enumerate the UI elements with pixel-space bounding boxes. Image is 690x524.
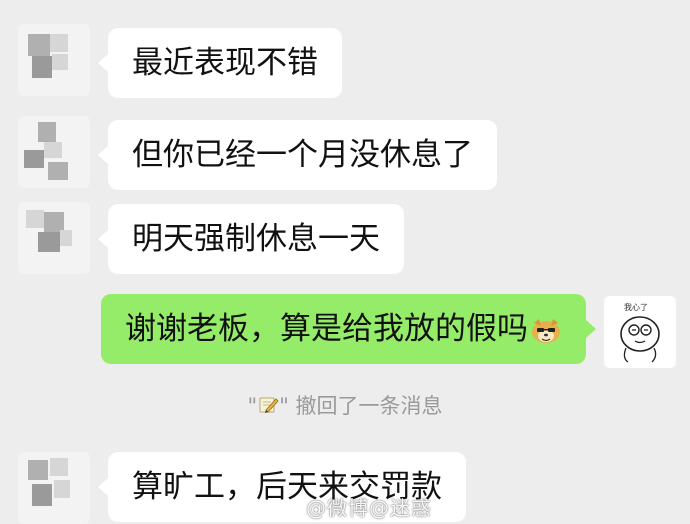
message-bubble[interactable]: 明天强制休息一天 xyxy=(98,204,404,274)
pencil-emoji-icon xyxy=(259,397,279,413)
my-avatar[interactable]: 我心了 xyxy=(604,296,676,368)
contact-avatar[interactable] xyxy=(18,452,90,524)
open-quote: " xyxy=(247,394,258,418)
message-text: 最近表现不错 xyxy=(132,45,318,81)
contact-avatar[interactable] xyxy=(18,202,90,274)
close-quote: " xyxy=(279,394,289,418)
contact-avatar[interactable] xyxy=(18,116,90,188)
chat-window: 最近表现不错 但你已经一个月没休息了 明天强制休息一天 谢谢老板，算是给我放的假… xyxy=(0,0,690,524)
message-text: 明天强制休息一天 xyxy=(132,221,380,257)
message-text: 谢谢老板，算是给我放的假吗 xyxy=(125,311,528,347)
cartoon-avatar-icon: 我心了 xyxy=(604,296,676,368)
doge-emoji-icon xyxy=(532,318,560,343)
contact-avatar[interactable] xyxy=(18,24,90,96)
recall-notice: " " 撤回了一条消息 xyxy=(0,390,690,420)
message-bubble[interactable]: 最近表现不错 xyxy=(98,28,342,98)
watermark: @微博@迷惑 xyxy=(306,496,432,520)
message-text: 但你已经一个月没休息了 xyxy=(132,137,473,173)
message-bubble[interactable]: 但你已经一个月没休息了 xyxy=(98,120,497,190)
svg-text:我心了: 我心了 xyxy=(624,302,648,312)
recall-text: 撤回了一条消息 xyxy=(295,394,443,418)
message-bubble-self[interactable]: 谢谢老板，算是给我放的假吗 xyxy=(101,294,596,364)
